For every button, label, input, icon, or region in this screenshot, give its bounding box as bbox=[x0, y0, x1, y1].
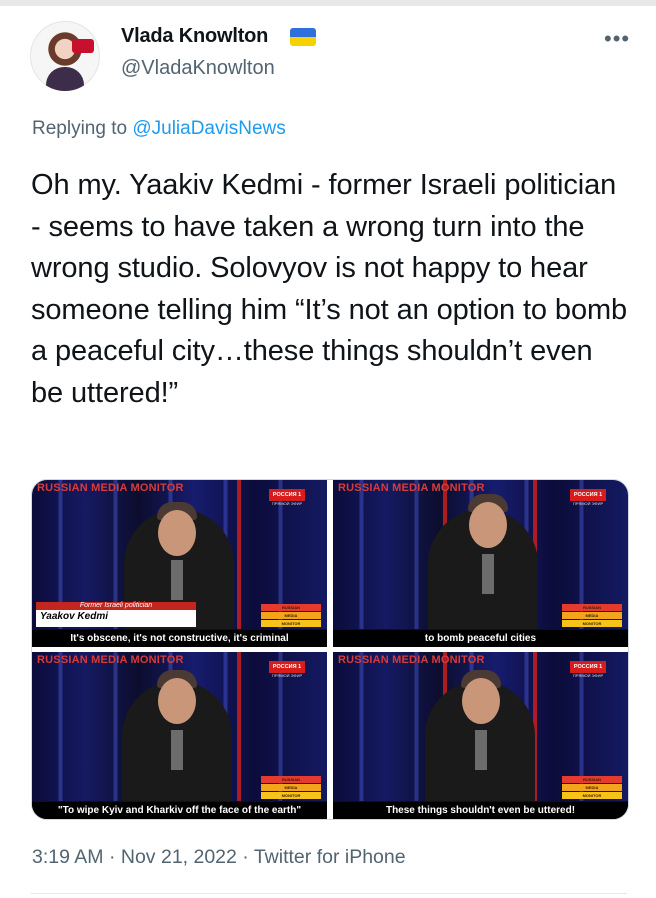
divider bbox=[31, 893, 627, 894]
rmm-bars: RUSSIAN MEDIA MONITOR bbox=[261, 775, 321, 799]
lower-third: Former Israeli politician Yaakov Kedmi bbox=[36, 602, 196, 627]
media-tile-1[interactable]: RUSSIAN MEDIA MONITOR РОССИЯ 1 ПРЯМОЙ ЭФ… bbox=[32, 480, 327, 647]
channel-sub: ПРЯМОЙ ЭФИР bbox=[572, 501, 604, 506]
media-tile-3[interactable]: RUSSIAN MEDIA MONITOR РОССИЯ 1 ПРЯМОЙ ЭФ… bbox=[32, 652, 327, 819]
watermark: RUSSIAN MEDIA MONITOR bbox=[338, 482, 485, 494]
avatar-shirt bbox=[46, 67, 84, 91]
media-tile-4[interactable]: RUSSIAN MEDIA MONITOR РОССИЯ 1 ПРЯМОЙ ЭФ… bbox=[333, 652, 628, 819]
watermark: RUSSIAN MEDIA MONITOR bbox=[37, 482, 184, 494]
rmm-bars: RUSSIAN MEDIA MONITOR bbox=[562, 775, 622, 799]
avatar[interactable] bbox=[30, 21, 100, 91]
lower-third-title: Former Israeli politician bbox=[36, 602, 196, 610]
watermark: RUSSIAN MEDIA MONITOR bbox=[37, 654, 184, 666]
tweet-timestamp[interactable]: 3:19 AM · Nov 21, 2022 · Twitter for iPh… bbox=[32, 846, 406, 869]
avatar-forum-badge bbox=[72, 39, 94, 53]
lower-third-name: Yaakov Kedmi bbox=[40, 611, 108, 622]
channel-logo: РОССИЯ 1 bbox=[269, 489, 305, 501]
tweet-text: Oh my. Yaakiv Kedmi - former Israeli pol… bbox=[31, 169, 628, 409]
speaker-head bbox=[158, 678, 196, 724]
replying-to: Replying to @JuliaDavisNews bbox=[32, 118, 286, 140]
author-handle[interactable]: @VladaKnowlton bbox=[121, 57, 275, 80]
channel-sub: ПРЯМОЙ ЭФИР bbox=[271, 501, 303, 506]
subtitle-caption: to bomb peaceful cities bbox=[333, 630, 628, 647]
author-name[interactable]: Vlada Knowlton bbox=[121, 25, 268, 48]
top-edge bbox=[0, 0, 656, 6]
ukraine-flag-icon bbox=[290, 28, 316, 46]
watermark: RUSSIAN MEDIA MONITOR bbox=[338, 654, 485, 666]
reply-target-link[interactable]: @JuliaDavisNews bbox=[132, 118, 285, 139]
subtitle-caption: These things shouldn't even be uttered! bbox=[333, 802, 628, 819]
channel-logo: РОССИЯ 1 bbox=[269, 661, 305, 673]
media-grid[interactable]: RUSSIAN MEDIA MONITOR РОССИЯ 1 ПРЯМОЙ ЭФ… bbox=[31, 479, 629, 820]
media-tile-2[interactable]: RUSSIAN MEDIA MONITOR РОССИЯ 1 ПРЯМОЙ ЭФ… bbox=[333, 480, 628, 647]
speaker-head bbox=[158, 510, 196, 556]
more-options-icon[interactable]: ••• bbox=[604, 26, 630, 52]
subtitle-caption: It's obscene, it's not constructive, it'… bbox=[32, 630, 327, 647]
rmm-bars: RUSSIAN MEDIA MONITOR bbox=[562, 603, 622, 627]
channel-logo: РОССИЯ 1 bbox=[570, 489, 606, 501]
replying-to-label: Replying to bbox=[32, 118, 128, 139]
rmm-bars: RUSSIAN MEDIA MONITOR bbox=[261, 603, 321, 627]
channel-sub: ПРЯМОЙ ЭФИР bbox=[572, 673, 604, 678]
channel-sub: ПРЯМОЙ ЭФИР bbox=[271, 673, 303, 678]
channel-logo: РОССИЯ 1 bbox=[570, 661, 606, 673]
speaker-head bbox=[462, 678, 500, 724]
speaker-head bbox=[469, 502, 507, 548]
subtitle-caption: "To wipe Kyiv and Kharkiv off the face o… bbox=[32, 802, 327, 819]
